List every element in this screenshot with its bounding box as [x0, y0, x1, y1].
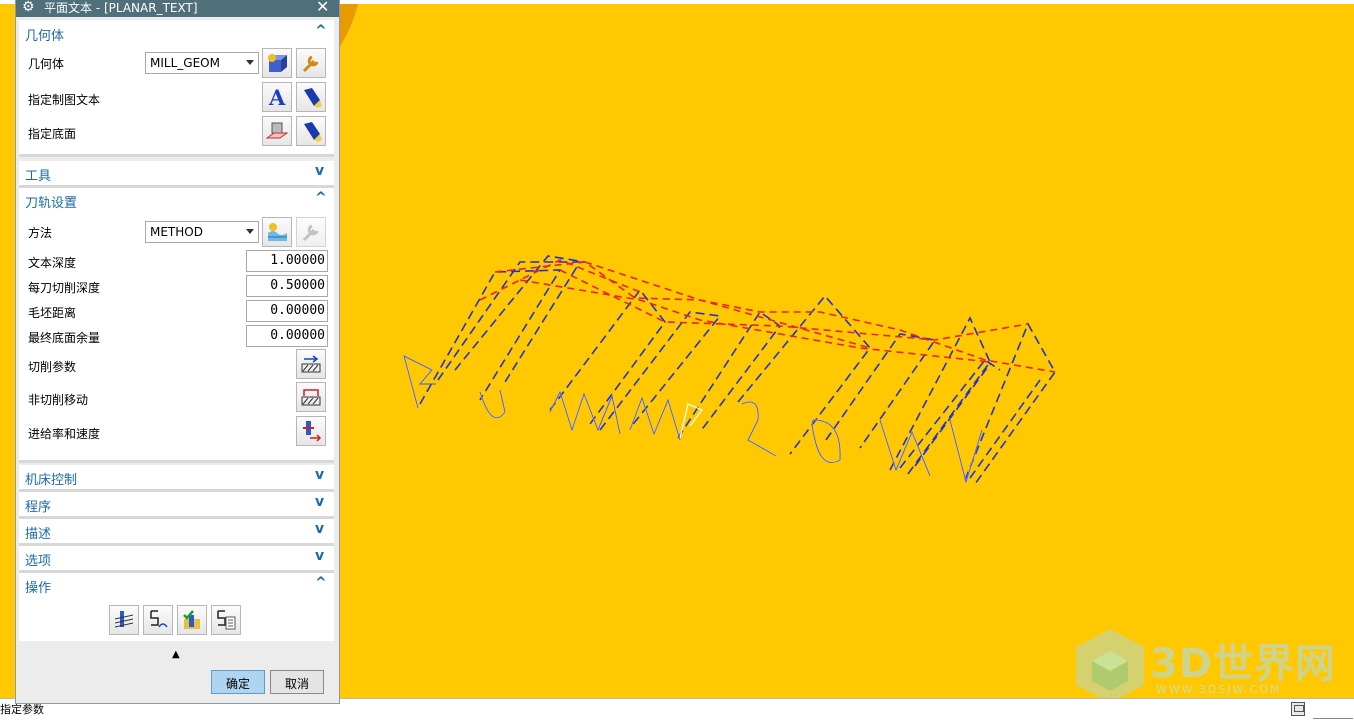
feeds-speeds-button[interactable] [296, 416, 326, 446]
expand-more-icon[interactable]: ▲ [172, 649, 180, 660]
geometry-label: 几何体 [28, 57, 65, 71]
final-floor-stock-input[interactable]: 0.00000 [246, 325, 328, 347]
divider [19, 460, 334, 463]
feeds-speeds-label: 进给率和速度 [28, 427, 101, 441]
planar-text-dialog: ⚙ 平面文本 - [PLANAR_TEXT] ✕ 几何体 ^ 几何体 MILL_… [15, 0, 340, 704]
cutting-params-icon [301, 355, 321, 373]
chevron-up-icon[interactable]: ^ [315, 575, 327, 591]
dialog-titlebar[interactable]: ⚙ 平面文本 - [PLANAR_TEXT] ✕ [16, 0, 339, 17]
depth-per-cut-input[interactable]: 0.50000 [246, 275, 328, 297]
machine-control-section-header[interactable]: 机床控制 v [19, 465, 334, 489]
edit-geometry-button[interactable] [296, 48, 326, 78]
method-label: 方法 [28, 226, 53, 240]
new-geometry-icon [268, 54, 287, 72]
dialog-title: 平面文本 - [PLANAR_TEXT] [44, 1, 198, 15]
verify-icon [183, 610, 200, 629]
viewport-corner-shape [340, 4, 358, 46]
engraved-text-outline [403, 354, 983, 485]
text-depth-label: 文本深度 [28, 256, 77, 270]
floor-label: 指定底面 [28, 127, 77, 141]
chevron-down-icon: v [315, 548, 325, 564]
watermark-url: WWW.3DSJW.COM [1156, 683, 1282, 696]
text-solid-strokes [403, 355, 983, 484]
description-section-title: 描述 [25, 527, 52, 542]
drafting-text-label: 指定制图文本 [28, 93, 101, 107]
chevron-down-icon [246, 229, 254, 234]
chevron-down-icon: v [315, 494, 325, 510]
toolpath-rapid-moves [479, 259, 1056, 373]
non-cutting-moves-label: 非切削移动 [28, 393, 89, 407]
list-button[interactable] [211, 605, 241, 635]
blank-distance-label: 毛坯距离 [28, 306, 77, 320]
text-a-icon: A [268, 86, 286, 108]
chevron-down-icon: v [315, 467, 325, 483]
verify-button[interactable] [177, 605, 207, 635]
machine-control-section-title: 机床控制 [25, 473, 78, 488]
watermark-cube-icon [1076, 629, 1144, 698]
flashlight-icon [304, 122, 322, 142]
program-section-title: 程序 [25, 500, 52, 515]
actions-section: 操作 ^ [19, 573, 334, 641]
generate-icon [114, 611, 134, 628]
chevron-up-icon[interactable]: ^ [315, 23, 327, 39]
display-floor-button[interactable] [296, 116, 326, 146]
list-icon [217, 610, 236, 630]
replay-icon [150, 610, 168, 628]
ok-button[interactable]: 确定 [211, 670, 265, 694]
method-select[interactable]: METHOD [145, 221, 259, 243]
text-depth-input[interactable]: 1.00000 [246, 250, 328, 272]
chevron-up-icon[interactable]: ^ [315, 190, 327, 206]
replay-button[interactable] [143, 605, 173, 635]
select-text-button[interactable]: A [262, 82, 292, 112]
new-geometry-button[interactable] [262, 48, 292, 78]
close-icon[interactable]: ✕ [316, 0, 329, 16]
cutting-params-button[interactable] [296, 349, 326, 379]
tool-section-title: 工具 [25, 169, 52, 184]
depth-per-cut-label: 每刀切削深度 [28, 281, 101, 295]
method-new-icon [268, 223, 287, 241]
feeds-speeds-icon [303, 421, 322, 442]
watermark-text: 3D世界网 [1150, 641, 1337, 687]
description-section-header[interactable]: 描述 v [19, 519, 334, 543]
cancel-button[interactable]: 取消 [270, 670, 324, 694]
geometry-select-value: MILL_GEOM [150, 56, 220, 70]
geometry-section-title[interactable]: 几何体 [25, 25, 64, 44]
status-divider [1313, 718, 1353, 719]
edit-wrench-icon [302, 224, 319, 242]
options-section-title: 选项 [25, 554, 52, 569]
floor-icon [266, 122, 288, 139]
blank-distance-input[interactable]: 0.00000 [246, 300, 328, 322]
svg-text:A: A [268, 86, 286, 108]
geometry-section: 几何体 ^ 几何体 MILL_GEOM 指定制图文本 A 指定底面 [19, 20, 334, 154]
geometry-select[interactable]: MILL_GEOM [145, 52, 259, 74]
chevron-down-icon [246, 60, 254, 65]
actions-section-title[interactable]: 操作 [25, 577, 51, 596]
program-section-header[interactable]: 程序 v [19, 492, 334, 516]
gear-icon: ⚙ [22, 0, 35, 15]
options-section-header[interactable]: 选项 v [19, 546, 334, 570]
cutting-params-label: 切削参数 [28, 360, 77, 374]
divider [19, 154, 334, 157]
final-floor-stock-label: 最终底面余量 [28, 331, 101, 345]
path-settings-section-title[interactable]: 刀轨设置 [25, 192, 77, 211]
chevron-down-icon: v [315, 521, 325, 537]
path-settings-section: 刀轨设置 ^ 方法 METHOD 文本深度 1.00000 每刀切削深度 0.5… [19, 188, 334, 460]
generate-button[interactable] [109, 605, 139, 635]
chevron-down-icon: v [315, 163, 325, 179]
tool-section-header[interactable]: 工具 v [19, 161, 334, 185]
watermark: 3D世界网 WWW.3DSJW.COM [1070, 625, 1340, 698]
edit-method-button[interactable] [296, 217, 326, 247]
method-select-value: METHOD [150, 225, 203, 239]
status-window-icon[interactable] [1291, 702, 1305, 716]
display-text-button[interactable] [296, 82, 326, 112]
flashlight-icon [304, 88, 322, 108]
non-cutting-moves-button[interactable] [296, 382, 326, 412]
edit-wrench-icon [302, 55, 319, 73]
select-floor-button[interactable] [262, 116, 292, 146]
toolpath-cut-moves [419, 255, 1056, 485]
non-cutting-moves-icon [301, 389, 321, 406]
new-method-button[interactable] [262, 217, 292, 247]
